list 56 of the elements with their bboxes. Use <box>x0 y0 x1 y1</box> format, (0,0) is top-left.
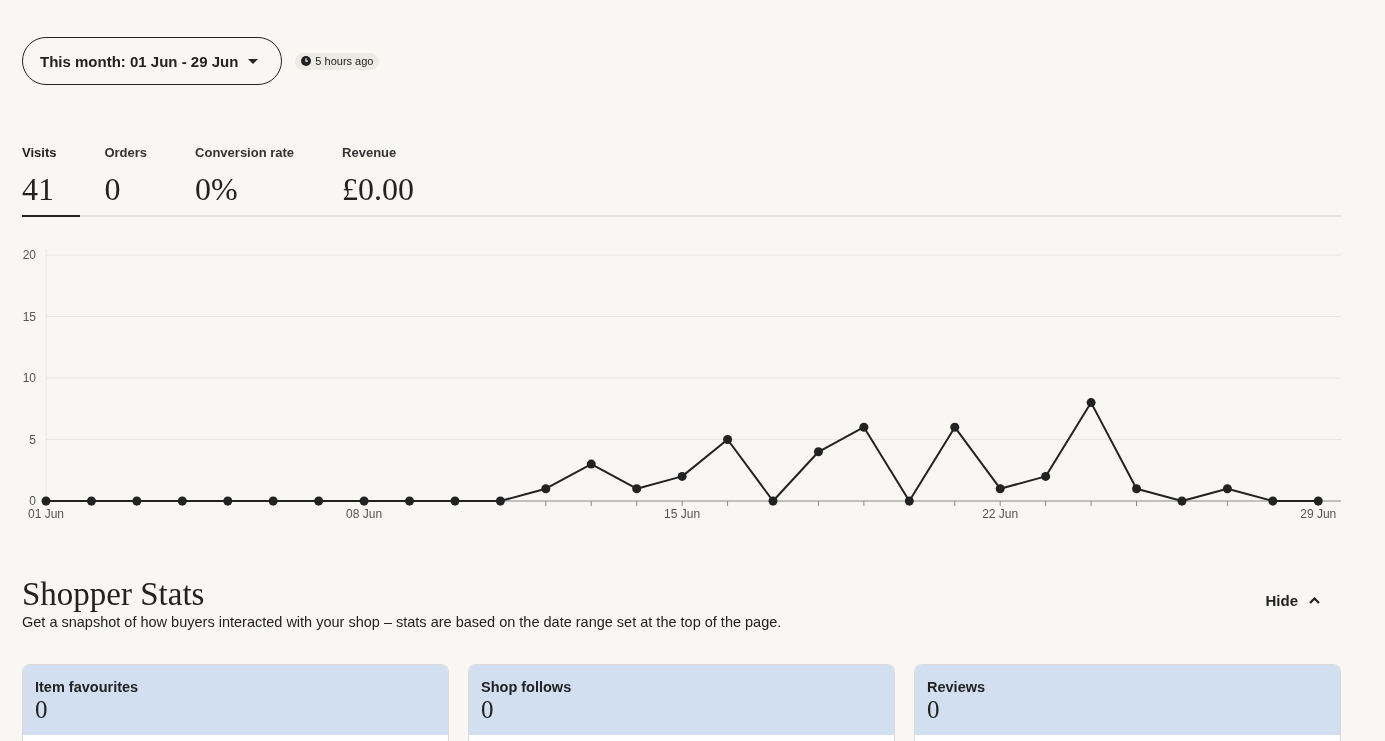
stat-value: 0 <box>35 696 49 724</box>
chevron-up-icon <box>1309 597 1320 604</box>
data-point <box>723 435 733 444</box>
data-point <box>586 459 596 469</box>
data-point <box>41 496 51 506</box>
data-point <box>268 496 278 506</box>
metric-tab[interactable]: Conversion rate 0% <box>195 145 319 217</box>
data-point <box>177 496 187 506</box>
data-point <box>1268 496 1278 506</box>
x-axis-label: 01 Jun <box>28 507 64 521</box>
data-point <box>950 422 960 432</box>
data-point <box>632 484 642 494</box>
data-point <box>677 471 687 481</box>
data-point <box>768 496 778 506</box>
section-title: Shopper Stats <box>22 576 206 612</box>
data-point <box>1222 484 1232 494</box>
stat-label: Shop follows <box>481 678 573 696</box>
data-point <box>995 484 1005 494</box>
y-axis-label: 15 <box>22 309 36 324</box>
metric-tab[interactable]: Visits 41 <box>22 145 81 217</box>
y-axis-label: 20 <box>22 248 36 262</box>
stat-value: 0 <box>927 696 941 724</box>
data-point <box>223 496 233 506</box>
updated-time-text: 5 hours ago <box>315 55 374 67</box>
data-point <box>1086 398 1096 408</box>
y-axis-label: 5 <box>29 432 36 447</box>
x-axis-label: 08 Jun <box>346 507 383 521</box>
x-axis-label: 29 Jun <box>1300 507 1337 521</box>
y-axis-label: 0 <box>29 494 36 508</box>
x-axis-label: 22 Jun <box>982 507 1019 521</box>
caret-down-icon <box>248 58 259 64</box>
data-point <box>405 496 414 506</box>
data-point <box>1177 496 1187 506</box>
data-point <box>495 496 505 506</box>
metric-tab[interactable]: Revenue £0.00 <box>342 145 439 217</box>
clock-icon <box>301 56 312 66</box>
section-description: Get a snapshot of how buyers interacted with your shop – stats are based on the date range set at the top of the page. <box>22 613 782 631</box>
x-axis-label: 15 Jun <box>664 507 701 521</box>
data-point <box>1313 496 1323 506</box>
metric-tab[interactable]: Orders 0 <box>104 145 172 217</box>
data-point <box>314 496 324 506</box>
data-point <box>904 496 914 506</box>
data-point <box>86 496 96 506</box>
data-point <box>359 496 369 506</box>
data-point <box>813 447 823 457</box>
data-point <box>132 496 142 506</box>
data-point <box>859 422 869 432</box>
data-point <box>1132 484 1142 494</box>
data-point <box>450 496 460 506</box>
stat-label: Item favourites <box>35 678 140 696</box>
stat-label: Reviews <box>927 678 987 696</box>
data-point <box>541 484 551 494</box>
y-axis-label: 10 <box>22 371 36 385</box>
data-point <box>1041 471 1051 481</box>
hide-toggle-button[interactable]: Hide <box>1265 590 1320 611</box>
stat-value: 0 <box>481 696 495 724</box>
